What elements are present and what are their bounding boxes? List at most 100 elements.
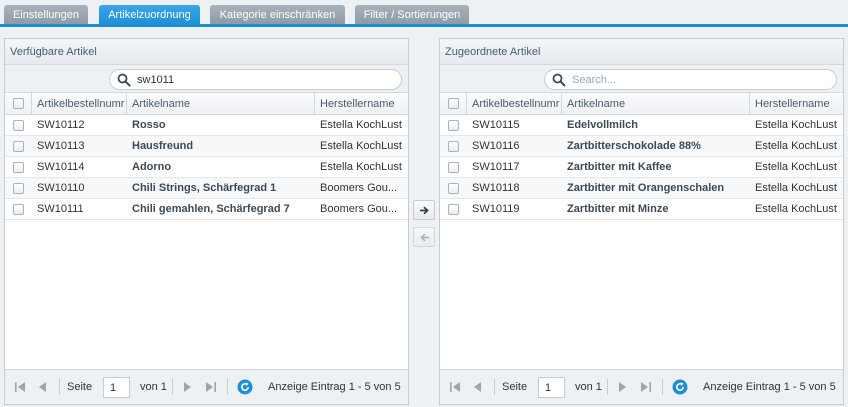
- article-number: SW10118: [472, 182, 520, 194]
- article-name: Zartbitter mit Kaffee: [567, 161, 672, 173]
- tab-artikelzuordnung[interactable]: Artikelzuordnung: [99, 5, 200, 25]
- row-checkbox[interactable]: [13, 183, 24, 194]
- table-row[interactable]: SW10114 Adorno Estella KochLust: [5, 157, 408, 178]
- pager-divider: [227, 379, 228, 395]
- tab-kategorie-einschraenken[interactable]: Kategorie einschränken: [210, 5, 345, 25]
- column-header-number[interactable]: Artikelbestellnumr: [467, 93, 562, 115]
- row-checkbox[interactable]: [13, 120, 24, 131]
- column-header-number[interactable]: Artikelbestellnumr: [32, 93, 127, 115]
- manufacturer-name: Estella KochLust: [755, 182, 837, 194]
- previous-page-icon[interactable]: [472, 381, 484, 393]
- table-row[interactable]: SW10116 Zartbitterschokolade 88% Estella…: [440, 136, 843, 157]
- article-number: SW10111: [37, 203, 84, 215]
- first-page-icon[interactable]: [14, 381, 26, 393]
- manufacturer-name: Boomers Gou...: [320, 203, 398, 215]
- article-number: SW10114: [37, 161, 85, 173]
- table-row[interactable]: SW10113 Hausfreund Estella KochLust: [5, 136, 408, 157]
- column-header-manufacturer[interactable]: Herstellername: [315, 93, 408, 115]
- row-checkbox[interactable]: [448, 141, 459, 152]
- pagination-bar: Seite von 1 Anzeige Eintrag 1 - 5 von 5: [440, 369, 843, 404]
- pager-divider: [494, 379, 495, 395]
- pager-divider: [662, 379, 663, 395]
- table-row[interactable]: SW10117 Zartbitter mit Kaffee Estella Ko…: [440, 157, 843, 178]
- tab-bar: Einstellungen Artikelzuordnung Kategorie…: [0, 0, 848, 27]
- article-name: Chili Strings, Schärfegrad 1: [132, 182, 277, 194]
- assigned-articles-panel: Zugeordnete Artikel Artikelbestellnumr A…: [439, 38, 844, 405]
- article-number: SW10110: [37, 182, 85, 194]
- table-row[interactable]: SW10115 Edelvollmilch Estella KochLust: [440, 115, 843, 136]
- manufacturer-name: Estella KochLust: [320, 161, 402, 173]
- search-box: [109, 69, 402, 90]
- select-all-cell: [5, 93, 32, 115]
- manufacturer-name: Estella KochLust: [320, 119, 402, 131]
- search-input[interactable]: [572, 71, 829, 88]
- row-checkbox[interactable]: [448, 204, 459, 215]
- page-number-input[interactable]: [103, 377, 130, 398]
- tab-filter-sortierungen[interactable]: Filter / Sortierungen: [355, 5, 469, 25]
- pager-divider: [172, 379, 173, 395]
- article-number: SW10113: [37, 140, 85, 152]
- article-name: Rosso: [132, 119, 166, 131]
- search-input[interactable]: [137, 71, 394, 88]
- assigned-grid-body: SW10115 Edelvollmilch Estella KochLust S…: [440, 115, 843, 371]
- article-name: Edelvollmilch: [567, 119, 638, 131]
- pager-divider: [607, 379, 608, 395]
- search-icon: [117, 73, 131, 87]
- article-name: Hausfreund: [132, 140, 194, 152]
- last-page-icon[interactable]: [205, 381, 217, 393]
- column-header-manufacturer[interactable]: Herstellername: [750, 93, 843, 115]
- article-name: Zartbitter mit Minze: [567, 203, 669, 215]
- article-name: Zartbitter mit Orangenschalen: [567, 182, 725, 194]
- table-row[interactable]: SW10119 Zartbitter mit Minze Estella Koc…: [440, 199, 843, 220]
- article-name: Adorno: [132, 161, 172, 173]
- display-info: Anzeige Eintrag 1 - 5 von 5: [703, 381, 836, 393]
- page-label: Seite: [67, 381, 93, 393]
- select-all-checkbox[interactable]: [448, 98, 459, 109]
- manufacturer-name: Estella KochLust: [320, 140, 402, 152]
- first-page-icon[interactable]: [449, 381, 461, 393]
- next-page-icon[interactable]: [616, 381, 628, 393]
- arrow-left-icon: [420, 233, 429, 242]
- refresh-icon[interactable]: [672, 379, 688, 395]
- search-icon: [552, 73, 566, 87]
- table-row[interactable]: SW10118 Zartbitter mit Orangenschalen Es…: [440, 178, 843, 199]
- row-checkbox[interactable]: [13, 141, 24, 152]
- next-page-icon[interactable]: [181, 381, 193, 393]
- column-header-name[interactable]: Artikelname: [127, 93, 315, 115]
- panel-title: Verfügbare Artikel: [5, 39, 408, 65]
- manufacturer-name: Estella KochLust: [755, 140, 837, 152]
- grid-header: Artikelbestellnumr Artikelname Herstelle…: [5, 93, 408, 115]
- article-name: Zartbitterschokolade 88%: [567, 140, 701, 152]
- row-checkbox[interactable]: [448, 162, 459, 173]
- panel-title: Zugeordnete Artikel: [440, 39, 843, 65]
- move-right-button[interactable]: [413, 200, 435, 220]
- move-left-button[interactable]: [413, 227, 435, 247]
- article-name: Chili gemahlen, Schärfegrad 7: [132, 203, 290, 215]
- row-checkbox[interactable]: [448, 120, 459, 131]
- column-header-name[interactable]: Artikelname: [562, 93, 750, 115]
- table-row[interactable]: SW10110 Chili Strings, Schärfegrad 1 Boo…: [5, 178, 408, 199]
- previous-page-icon[interactable]: [37, 381, 49, 393]
- manufacturer-name: Boomers Gou...: [320, 182, 398, 194]
- panel-toolbar: [5, 65, 408, 93]
- last-page-icon[interactable]: [640, 381, 652, 393]
- article-number: SW10112: [37, 119, 85, 131]
- page-count: von 1: [575, 381, 602, 393]
- row-checkbox[interactable]: [13, 204, 24, 215]
- table-row[interactable]: SW10111 Chili gemahlen, Schärfegrad 7 Bo…: [5, 199, 408, 220]
- available-grid-body: SW10112 Rosso Estella KochLust SW10113 H…: [5, 115, 408, 371]
- row-checkbox[interactable]: [448, 183, 459, 194]
- article-number: SW10117: [472, 161, 520, 173]
- refresh-icon[interactable]: [237, 379, 253, 395]
- pager-divider: [59, 379, 60, 395]
- table-row[interactable]: SW10112 Rosso Estella KochLust: [5, 115, 408, 136]
- page-count: von 1: [140, 381, 167, 393]
- available-articles-panel: Verfügbare Artikel Artikelbestellnumr Ar…: [4, 38, 409, 405]
- select-all-cell: [440, 93, 467, 115]
- page-number-input[interactable]: [538, 377, 565, 398]
- select-all-checkbox[interactable]: [13, 98, 24, 109]
- page-label: Seite: [502, 381, 528, 393]
- tab-einstellungen[interactable]: Einstellungen: [4, 5, 88, 25]
- manufacturer-name: Estella KochLust: [755, 203, 837, 215]
- row-checkbox[interactable]: [13, 162, 24, 173]
